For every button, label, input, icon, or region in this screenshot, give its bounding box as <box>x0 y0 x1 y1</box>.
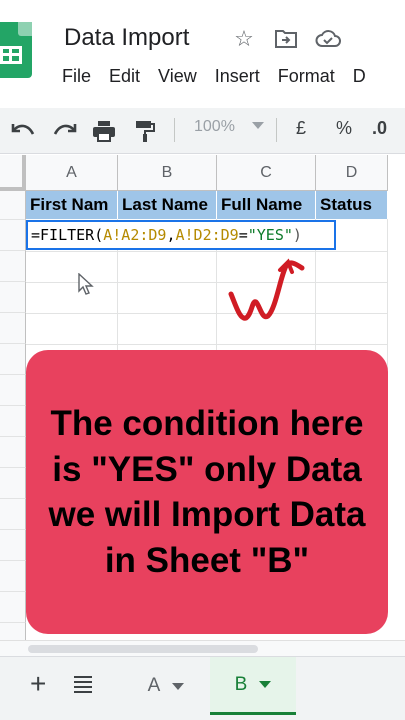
menu-format[interactable]: Format <box>278 66 335 88</box>
formula-equals: = <box>238 226 248 244</box>
sheet-tab-label: B <box>234 673 248 695</box>
row-header[interactable] <box>0 499 26 530</box>
row-header[interactable] <box>0 191 26 220</box>
row-header[interactable] <box>0 468 26 499</box>
row-header[interactable] <box>0 437 26 468</box>
row-header[interactable] <box>0 592 26 623</box>
all-sheets-list-icon[interactable] <box>74 676 92 693</box>
grid-line <box>26 344 388 345</box>
redo-icon[interactable] <box>50 116 80 146</box>
sheets-logo-icon[interactable] <box>0 22 32 78</box>
undo-icon[interactable] <box>8 116 38 146</box>
row-header[interactable] <box>0 282 26 313</box>
menu-view[interactable]: View <box>158 66 197 88</box>
formula-range-1: A!A2:D9 <box>103 226 167 244</box>
row-header[interactable] <box>0 406 26 437</box>
scrollbar-thumb[interactable] <box>28 645 258 653</box>
active-cell-formula[interactable]: =FILTER(A!A2:D9, A!D2:D9 = "YES") <box>26 220 336 250</box>
column-header-b[interactable]: B <box>118 155 217 191</box>
cloud-saved-icon[interactable] <box>315 26 341 52</box>
document-title[interactable]: Data Import <box>64 24 189 52</box>
grid-line <box>26 251 388 252</box>
sheet-tab-b[interactable]: B <box>210 657 296 715</box>
row-header[interactable] <box>0 530 26 561</box>
menu-insert[interactable]: Insert <box>215 66 260 88</box>
chevron-down-icon[interactable] <box>172 682 185 690</box>
select-all-corner[interactable] <box>0 155 26 191</box>
percent-format-button[interactable]: % <box>336 118 352 139</box>
mouse-pointer-icon <box>78 273 94 295</box>
row-header[interactable] <box>0 375 26 406</box>
column-header-a[interactable]: A <box>26 155 118 191</box>
star-icon[interactable]: ☆ <box>231 26 257 52</box>
formula-close: ) <box>292 226 302 244</box>
app-header: Data Import ☆ File Edit View Insert Form… <box>0 0 405 108</box>
row-header[interactable] <box>0 220 26 251</box>
move-to-folder-icon[interactable] <box>273 26 299 52</box>
chevron-down-icon[interactable] <box>259 681 272 688</box>
row-header[interactable] <box>0 313 26 344</box>
grid-line <box>26 313 388 314</box>
horizontal-scrollbar[interactable] <box>0 640 405 656</box>
row-header[interactable] <box>0 251 26 282</box>
red-check-scribble-icon <box>228 258 305 321</box>
sheet-tab-a[interactable]: A <box>124 657 208 715</box>
toolbar-divider <box>276 118 277 142</box>
zoom-select[interactable]: 100% <box>194 118 235 136</box>
menu-bar: File Edit View Insert Format D <box>62 66 384 88</box>
zoom-dropdown-icon[interactable] <box>252 122 264 129</box>
currency-format-button[interactable]: £ <box>296 118 306 139</box>
explanation-callout: The condition here is "YES" only Data we… <box>26 350 388 634</box>
header-cell-first-name[interactable]: First Nam <box>26 191 118 219</box>
menu-data[interactable]: D <box>353 66 366 88</box>
sheet-tab-label: A <box>147 675 161 696</box>
header-cell-last-name[interactable]: Last Name <box>118 191 217 219</box>
formula-criterion: "YES" <box>247 226 293 244</box>
menu-edit[interactable]: Edit <box>109 66 140 88</box>
column-header-c[interactable]: C <box>217 155 316 191</box>
paint-format-icon[interactable] <box>130 116 160 146</box>
formula-prefix: =FILTER( <box>31 226 104 244</box>
menu-file[interactable]: File <box>62 66 91 88</box>
header-cell-full-name[interactable]: Full Name <box>217 191 316 219</box>
column-header-d[interactable]: D <box>316 155 388 191</box>
decrease-decimal-button[interactable]: .0 <box>372 118 387 139</box>
formula-separator: , <box>166 226 176 244</box>
row-header[interactable] <box>0 561 26 592</box>
print-icon[interactable] <box>88 116 120 146</box>
formula-range-2: A!D2:D9 <box>175 226 239 244</box>
row-header[interactable] <box>0 344 26 375</box>
header-cell-status[interactable]: Status <box>316 191 388 219</box>
callout-text: The condition here is "YES" only Data we… <box>48 404 366 580</box>
toolbar-divider <box>174 118 175 142</box>
add-sheet-icon[interactable]: + <box>30 670 46 698</box>
